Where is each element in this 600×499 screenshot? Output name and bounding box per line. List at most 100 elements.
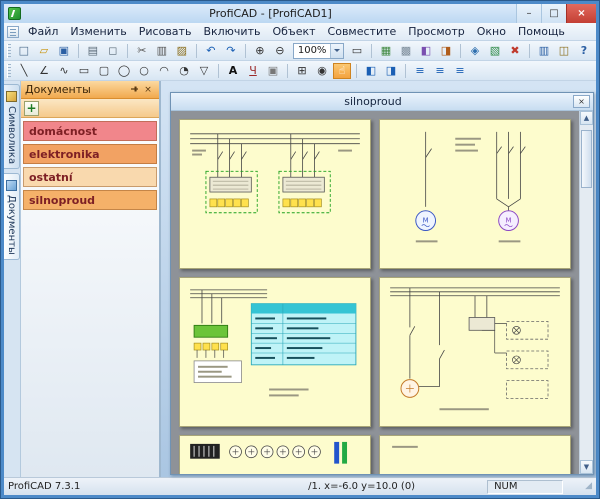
scroll-thumb[interactable] xyxy=(581,130,592,188)
pie-tool-icon[interactable]: ◔ xyxy=(175,63,193,79)
tab-documents[interactable]: Документы xyxy=(4,173,20,260)
window-title: ProfiCAD - [ProfiCAD1] xyxy=(25,7,516,20)
zoom-page-icon[interactable]: ▭ xyxy=(348,43,366,59)
undo-icon[interactable]: ↶ xyxy=(202,43,220,59)
status-bar: ProfiCAD 7.3.1 /1. x=-6.0 y=10.0 (0) NUM… xyxy=(4,477,596,495)
zoom-dropdown-arrow-icon[interactable] xyxy=(330,44,343,58)
polyline-tool-icon[interactable]: ∠ xyxy=(35,63,53,79)
ellipse-tool-icon[interactable]: ◯ xyxy=(115,63,133,79)
proficad-window: ProfiCAD - [ProfiCAD1] –□× ФайлИзменитьР… xyxy=(0,0,600,499)
align-left-icon[interactable]: ≡ xyxy=(411,63,429,79)
add-category-button[interactable]: + xyxy=(24,101,39,116)
align-right-icon[interactable]: ≡ xyxy=(451,63,469,79)
menu-file[interactable]: Файл xyxy=(22,23,64,40)
schematic-page-4 xyxy=(379,277,571,427)
delete-icon[interactable]: ✖ xyxy=(506,43,524,59)
send-back-icon[interactable]: ◨ xyxy=(382,63,400,79)
tab-documents-label: Документы xyxy=(6,195,17,255)
pan-tool-icon[interactable]: ☝ xyxy=(333,63,351,79)
grid-icon[interactable]: ▦ xyxy=(377,43,395,59)
menu-insert[interactable]: Включить xyxy=(197,23,266,40)
text-tool-icon[interactable]: A xyxy=(224,63,242,79)
resize-grip-icon[interactable]: ◢ xyxy=(585,482,592,491)
panel-close-icon[interactable]: × xyxy=(141,83,155,96)
menu-help[interactable]: Помощь xyxy=(512,23,571,40)
help-icon[interactable]: ? xyxy=(575,43,593,59)
menu-bar: ФайлИзменитьРисоватьВключитьОбъектСовмес… xyxy=(4,23,596,41)
junction-tool-icon[interactable]: ◉ xyxy=(313,63,331,79)
schematic-page-1 xyxy=(179,119,371,269)
minimize-button[interactable]: – xyxy=(516,4,541,23)
category-silnoproud[interactable]: silnoproud xyxy=(23,190,157,210)
menu-document-icon xyxy=(7,26,19,38)
documents-panel: Документы × + domácnost elektronika xyxy=(21,81,161,477)
scroll-down-icon[interactable]: ▼ xyxy=(580,460,593,474)
close-button[interactable]: × xyxy=(566,4,596,23)
bring-front-icon[interactable]: ◧ xyxy=(362,63,380,79)
cut-icon[interactable]: ✂ xyxy=(133,43,151,59)
page-settings-icon[interactable]: ▧ xyxy=(486,43,504,59)
print-icon[interactable]: ▤ xyxy=(84,43,102,59)
document-window-titlebar[interactable]: silnoproud × xyxy=(171,93,593,111)
symbols-library-icon[interactable]: ◈ xyxy=(466,43,484,59)
category-domacnost[interactable]: domácnost xyxy=(23,121,157,141)
toolbar-grip xyxy=(7,64,11,78)
zoom-out-icon[interactable]: ⊖ xyxy=(271,43,289,59)
drawing-toolbar: ╲∠∿▭▢◯○◠◔▽AЧ▣⊞◉☝◧◨≡≡≡ xyxy=(4,61,596,81)
arc-tool-icon[interactable]: ◠ xyxy=(155,63,173,79)
polygon-tool-icon[interactable]: ▽ xyxy=(195,63,213,79)
circle-tool-icon[interactable]: ○ xyxy=(135,63,153,79)
menu-view[interactable]: Просмотр xyxy=(402,23,470,40)
curve-tool-icon[interactable]: ∿ xyxy=(55,63,73,79)
symbols-tab-icon xyxy=(6,91,17,102)
properties-icon[interactable]: ◨ xyxy=(437,43,455,59)
menu-window[interactable]: Окно xyxy=(471,23,512,40)
zoom-in-icon[interactable]: ⊕ xyxy=(251,43,269,59)
save-icon[interactable]: ▣ xyxy=(55,43,73,59)
svg-text:M: M xyxy=(506,217,512,225)
label-tool-icon[interactable]: Ч xyxy=(244,63,262,79)
open-file-icon[interactable]: ▱ xyxy=(35,43,53,59)
app-version-label: ProfiCAD 7.3.1 xyxy=(8,481,80,492)
line-tool-icon[interactable]: ╲ xyxy=(15,63,33,79)
print-preview-icon[interactable]: ◻ xyxy=(104,43,122,59)
redo-icon[interactable]: ↷ xyxy=(222,43,240,59)
tab-symbols[interactable]: Символика xyxy=(4,84,20,169)
document-window: silnoproud × xyxy=(170,92,594,475)
copy-icon[interactable]: ▥ xyxy=(153,43,171,59)
menu-align[interactable]: Совместите xyxy=(322,23,403,40)
num-lock-indicator: NUM xyxy=(487,480,563,494)
rounded-rect-tool-icon[interactable]: ▢ xyxy=(95,63,113,79)
toolbar-grip xyxy=(7,44,11,58)
image-tool-icon[interactable]: ▣ xyxy=(264,63,282,79)
paste-icon[interactable]: ▨ xyxy=(173,43,191,59)
snap-icon[interactable]: ▩ xyxy=(397,43,415,59)
symbol-tool-icon[interactable]: ⊞ xyxy=(293,63,311,79)
document-close-button[interactable]: × xyxy=(573,95,590,108)
documents-panel-header: Документы × xyxy=(21,81,159,99)
frame-icon[interactable]: ◫ xyxy=(555,43,573,59)
scroll-up-icon[interactable]: ▲ xyxy=(580,111,593,125)
category-ostatni[interactable]: ostatní xyxy=(23,167,157,187)
vertical-scrollbar[interactable]: ▲ ▼ xyxy=(579,111,593,474)
drawing-canvas[interactable]: M M xyxy=(171,111,579,474)
align-center-icon[interactable]: ≡ xyxy=(431,63,449,79)
documents-panel-toolbar: + xyxy=(21,99,159,118)
zoom-level-value: 100% xyxy=(294,45,330,56)
main-area: Символика Документы Документы × + xyxy=(4,81,596,477)
rectangle-tool-icon[interactable]: ▭ xyxy=(75,63,93,79)
category-elektronika[interactable]: elektronika xyxy=(23,144,157,164)
new-document-icon[interactable]: □ xyxy=(15,43,33,59)
zoom-level-select[interactable]: 100% xyxy=(293,43,344,59)
layers-icon[interactable]: ◧ xyxy=(417,43,435,59)
table-icon[interactable]: ▥ xyxy=(535,43,553,59)
maximize-button[interactable]: □ xyxy=(541,4,566,23)
main-toolbar: □▱▣▤◻✂▥▨↶↷⊕⊖ 100% ▭▦▩◧◨◈▧✖▥◫? xyxy=(4,41,596,61)
tab-symbols-label: Символика xyxy=(6,106,17,164)
menu-edit[interactable]: Изменить xyxy=(64,23,132,40)
documents-panel-title: Документы xyxy=(25,83,127,96)
menu-object[interactable]: Объект xyxy=(266,23,321,40)
pin-icon[interactable] xyxy=(127,83,141,96)
menu-draw[interactable]: Рисовать xyxy=(133,23,198,40)
scroll-track[interactable] xyxy=(580,125,593,460)
